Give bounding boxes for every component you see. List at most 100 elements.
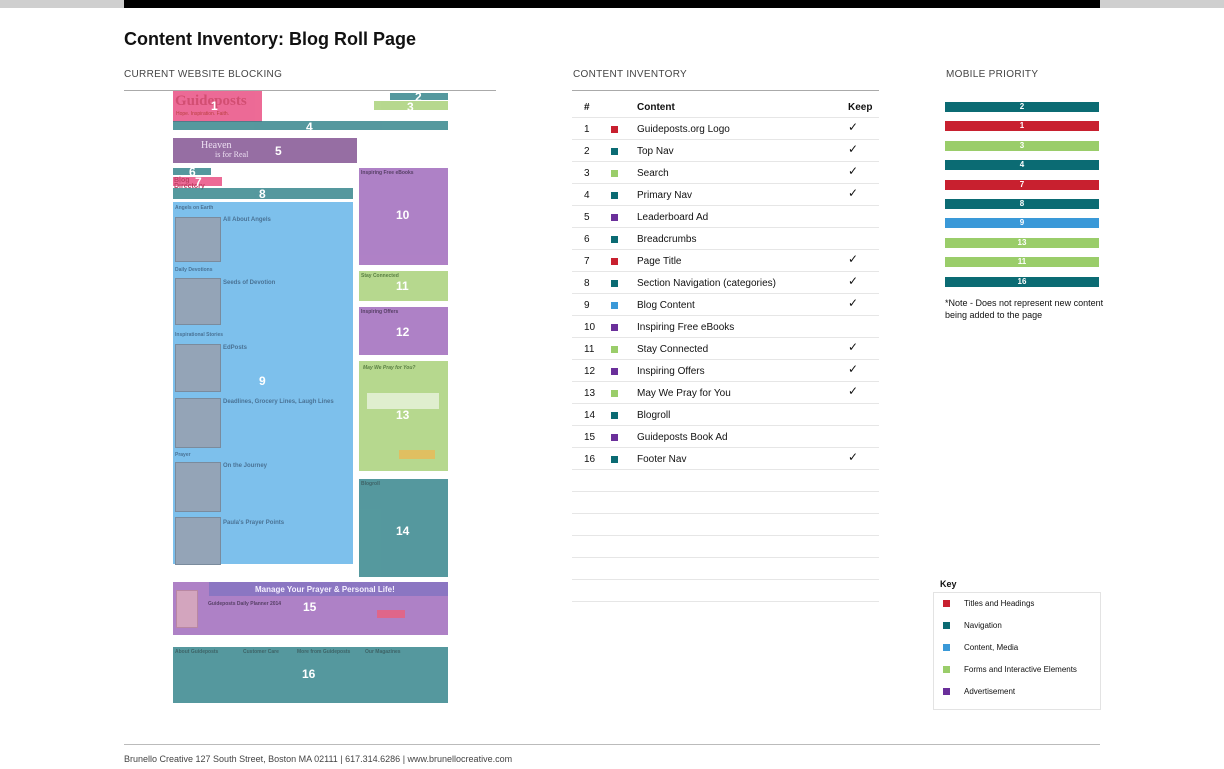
- wf-label: 11: [396, 279, 409, 293]
- wf-label: 8: [259, 187, 266, 201]
- row-content-name: Blog Content: [637, 300, 695, 311]
- wf-cat-devotions: Daily Devotions: [175, 267, 213, 273]
- empty-row: [572, 557, 879, 580]
- key-label: Advertisement: [964, 687, 1016, 696]
- table-row: 10 Inspiring Free eBooks: [572, 315, 879, 338]
- header-num: #: [584, 102, 590, 113]
- row-number: 2: [584, 146, 590, 157]
- row-content-name: Inspiring Free eBooks: [637, 322, 735, 333]
- row-number: 3: [584, 168, 590, 179]
- table-row: 7 Page Title ✓: [572, 249, 879, 272]
- wf-block-14-blogroll: Blogroll 14: [359, 479, 448, 577]
- wf-post-title: On the Journey: [223, 463, 268, 469]
- wf-post-title: All About Angels: [223, 217, 271, 223]
- category-swatch: [611, 214, 618, 221]
- wf-footer-col: Our Magazines: [365, 649, 401, 655]
- mobile-priority-bar: 7: [945, 179, 1099, 190]
- mobile-note: *Note - Does not represent new content b…: [945, 298, 1104, 320]
- wf-label: 5: [275, 144, 282, 158]
- category-swatch: [611, 148, 618, 155]
- wf-post-title: Seeds of Devotion: [223, 280, 276, 286]
- category-swatch: [611, 390, 618, 397]
- row-content-name: Search: [637, 168, 669, 179]
- key-swatch: [943, 666, 950, 673]
- wf-book-cover: [176, 590, 198, 628]
- row-number: 1: [584, 124, 590, 135]
- row-content-name: Guideposts Book Ad: [637, 432, 728, 443]
- empty-row: [572, 469, 879, 492]
- wf-block-12-offers: Inspiring Offers 12: [359, 307, 448, 355]
- mobile-priority-bar: 4: [945, 160, 1099, 171]
- wf-label: 10: [396, 208, 410, 222]
- category-swatch: [611, 192, 618, 199]
- keep-checkmark: ✓: [848, 450, 859, 464]
- table-row: 15 Guideposts Book Ad: [572, 425, 879, 448]
- wf-footer-col: About Guideposts: [175, 649, 219, 655]
- empty-row: [572, 491, 879, 514]
- table-row: 2 Top Nav ✓: [572, 139, 879, 162]
- row-content-name: Primary Nav: [637, 190, 693, 201]
- row-number: 16: [584, 454, 596, 465]
- empty-row: [572, 513, 879, 536]
- category-swatch: [611, 456, 618, 463]
- row-number: 4: [584, 190, 590, 201]
- key-title: Key: [940, 579, 957, 589]
- wf-block-3-search: 3: [374, 100, 448, 114]
- wf-label: 12: [396, 325, 410, 339]
- wf-post-photo: [175, 344, 221, 392]
- key-box: Titles and Headings Navigation Content, Me…: [933, 592, 1101, 710]
- category-swatch: [611, 412, 618, 419]
- wf-block-2-top-nav: 2: [390, 90, 448, 104]
- category-swatch: [611, 346, 618, 353]
- row-number: 12: [584, 366, 596, 377]
- row-content-name: Inspiring Offers: [637, 366, 705, 377]
- keep-checkmark: ✓: [848, 362, 859, 376]
- keep-checkmark: ✓: [848, 296, 859, 310]
- wf-footer-col: Customer Care: [243, 649, 279, 655]
- row-number: 13: [584, 388, 596, 399]
- wf-book-title: Guideposts Daily Planner 2014: [208, 601, 282, 607]
- row-number: 8: [584, 278, 590, 289]
- key-label: Content, Media: [964, 643, 1019, 652]
- wf-post-photo: [175, 217, 221, 262]
- table-row: 16 Footer Nav ✓: [572, 447, 879, 470]
- wf-label: 4: [306, 120, 313, 134]
- table-row: 12 Inspiring Offers ✓: [572, 359, 879, 382]
- wf-post-photo: [175, 462, 221, 512]
- wf-book-button: [377, 610, 405, 618]
- page-title: Content Inventory: Blog Roll Page: [124, 29, 417, 49]
- row-content-name: Stay Connected: [637, 344, 709, 355]
- keep-checkmark: ✓: [848, 142, 859, 156]
- row-number: 14: [584, 410, 596, 421]
- category-swatch: [611, 170, 618, 177]
- row-content-name: Top Nav: [637, 146, 674, 157]
- table-row: 9 Blog Content ✓: [572, 293, 879, 316]
- table-row: 6 Breadcrumbs: [572, 227, 879, 250]
- wf-post-photo: [175, 398, 221, 448]
- wf-ebooks-heading: Inspiring Free eBooks: [361, 170, 414, 176]
- mobile-priority-bar: 9: [945, 218, 1099, 229]
- mobile-priority-bar: 1: [945, 121, 1099, 132]
- row-content-name: May We Pray for You: [637, 388, 731, 399]
- row-content-name: Footer Nav: [637, 454, 687, 465]
- wf-blogroll-heading: Blogroll: [361, 481, 380, 487]
- table-row: 13 May We Pray for You ✓: [572, 381, 879, 404]
- empty-row: [572, 535, 879, 558]
- wf-block-16-footer-nav: About Guideposts Customer Care More from…: [173, 647, 448, 703]
- section-label-inventory: CONTENT INVENTORY: [573, 69, 688, 80]
- table-row: 1 Guideposts.org Logo ✓: [572, 117, 879, 140]
- keep-checkmark: ✓: [848, 384, 859, 398]
- row-content-name: Leaderboard Ad: [637, 212, 709, 223]
- wf-cat-inspirational: Inspirational Stories: [175, 332, 224, 338]
- category-swatch: [611, 368, 618, 375]
- wf-pray-heading: May We Pray for You?: [363, 365, 416, 371]
- row-number: 11: [584, 344, 595, 355]
- row-number: 7: [584, 256, 590, 267]
- mobile-priority-bar: 16: [945, 276, 1099, 287]
- inventory-divider: [572, 90, 879, 91]
- wf-label: 16: [302, 667, 316, 681]
- table-row: 11 Stay Connected ✓: [572, 337, 879, 360]
- wf-block-1-logo: Guideposts Hope. Inspiration. Faith. 1: [173, 91, 262, 122]
- wf-block-4-primary-nav: 4: [173, 120, 448, 134]
- wf-block-11-stay-connected: Stay Connected 11: [359, 271, 448, 301]
